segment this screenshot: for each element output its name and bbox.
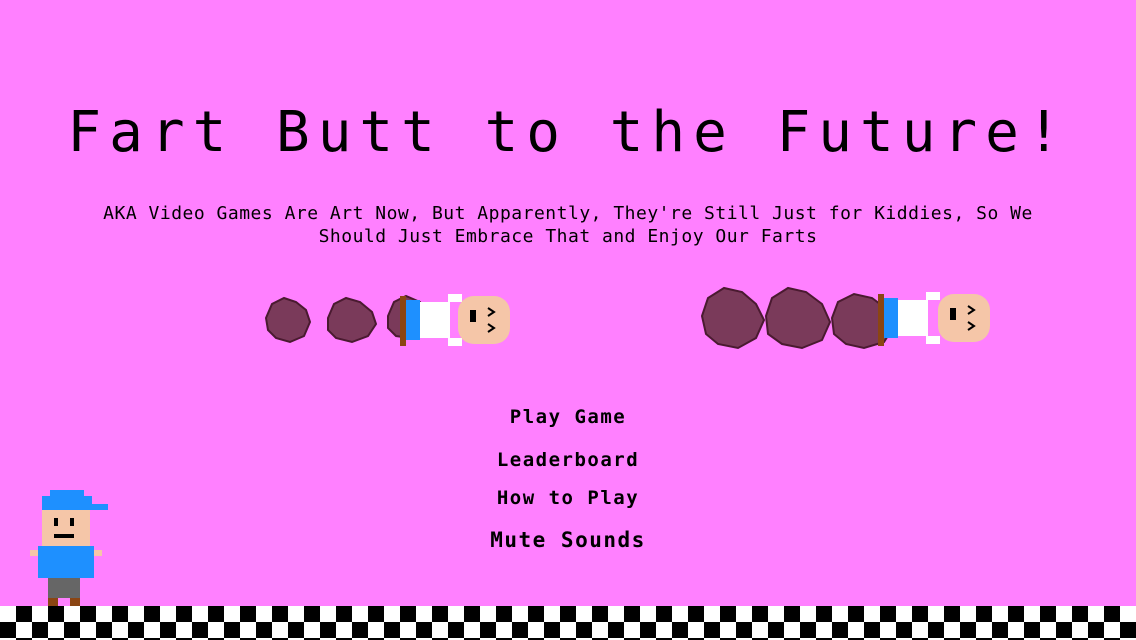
fart-cloud-icon — [327, 296, 378, 344]
game-subtitle: AKA Video Games Are Art Now, But Apparen… — [103, 203, 1033, 247]
leaderboard-button[interactable]: Leaderboard — [497, 449, 639, 471]
checkered-floor — [0, 606, 1136, 640]
mute-sounds-button[interactable]: Mute Sounds — [490, 528, 646, 552]
fart-trail-left — [264, 294, 510, 346]
how-to-play-button[interactable]: How to Play — [497, 487, 639, 509]
flying-kid-icon — [878, 292, 990, 346]
fart-cloud-icon — [264, 296, 312, 344]
fart-cloud-icon — [764, 286, 832, 350]
flying-kid-icon — [400, 294, 510, 346]
fart-cloud-icon — [700, 286, 766, 350]
play-game-button[interactable]: Play Game — [510, 406, 626, 428]
game-title: Fart Butt to the Future! — [67, 100, 1069, 165]
fart-trail-right — [700, 286, 990, 350]
standing-kid-icon — [30, 490, 108, 606]
